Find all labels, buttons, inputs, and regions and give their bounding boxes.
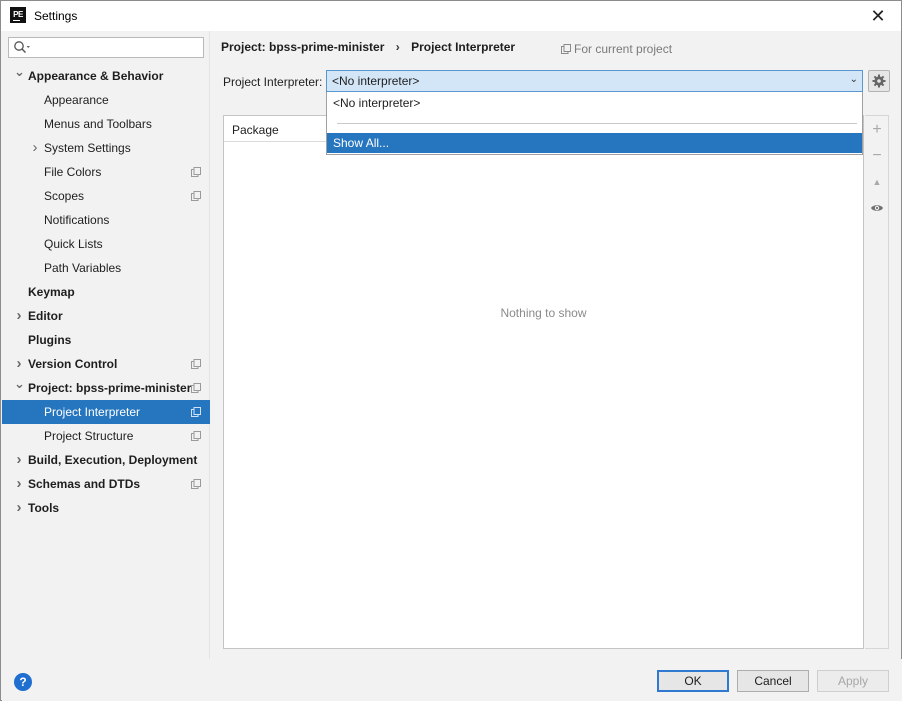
apply-button[interactable]: Apply <box>817 670 889 692</box>
chevron-right-icon[interactable]: › <box>14 496 24 520</box>
chevron-right-icon[interactable]: › <box>14 472 24 496</box>
tree-item-tools[interactable]: › Tools <box>2 496 210 520</box>
tree-item-project-structure[interactable]: Project Structure <box>2 424 210 448</box>
show-details-button[interactable] <box>865 196 889 220</box>
tree-item-path-variables[interactable]: Path Variables <box>2 256 210 280</box>
project-scope-icon <box>191 383 201 393</box>
tree-item-quick-lists[interactable]: Quick Lists <box>2 232 210 256</box>
project-scope-icon <box>191 359 201 369</box>
interpreter-combobox[interactable]: <No interpreter> ⌄ <box>326 70 863 92</box>
tree-item-label: Quick Lists <box>44 237 103 251</box>
project-scope-icon <box>191 479 201 489</box>
interpreter-dropdown-list: <No interpreter> Show All... <box>326 92 863 155</box>
empty-table-text: Nothing to show <box>500 306 587 320</box>
search-icon <box>14 41 30 54</box>
project-scope-icon <box>191 167 201 177</box>
for-current-project-note: For current project <box>561 42 672 56</box>
tree-item-build-execution-deployment[interactable]: › Build, Execution, Deployment <box>2 448 210 472</box>
breadcrumb-separator: › <box>395 40 400 54</box>
breadcrumb-project: Project: bpss-prime-minister <box>221 40 385 54</box>
tree-item-label: Tools <box>28 501 60 515</box>
project-scope-icon <box>191 191 201 201</box>
project-scope-icon <box>561 44 571 54</box>
chevron-down-icon[interactable]: ⌄ <box>14 60 25 84</box>
tree-item-editor[interactable]: › Editor <box>2 304 210 328</box>
dropdown-item-no-interpreter[interactable]: <No interpreter> <box>327 93 862 113</box>
tree-item-menus-and-toolbars[interactable]: Menus and Toolbars <box>2 112 210 136</box>
dropdown-item-show-all[interactable]: Show All... <box>327 133 862 153</box>
interpreter-label: Project Interpreter: <box>223 75 323 89</box>
tree-item-appearance[interactable]: Appearance <box>2 88 210 112</box>
settings-dialog: PE Settings ✕ ⌄ Appearance & Behavior Appe… <box>0 0 902 701</box>
tree-item-project-bpss-prime-minister[interactable]: ⌄ Project: bpss-prime-minister <box>2 376 210 400</box>
tree-item-label: Appearance <box>44 93 109 107</box>
project-scope-icon <box>191 431 201 441</box>
tree-item-keymap[interactable]: Keymap <box>2 280 210 304</box>
chevron-right-icon[interactable]: › <box>14 448 24 472</box>
tree-item-label: Version Control <box>28 357 118 371</box>
tree-item-system-settings[interactable]: › System Settings <box>2 136 210 160</box>
chevron-right-icon[interactable]: › <box>30 136 40 160</box>
tree-item-plugins[interactable]: Plugins <box>2 328 210 352</box>
packages-toolbar: + − ▲ <box>865 115 889 649</box>
tree-item-label: Path Variables <box>44 261 122 275</box>
tree-item-label: Notifications <box>44 213 110 227</box>
package-column-header[interactable]: Package <box>232 123 279 137</box>
tree-item-label: Plugins <box>28 333 72 347</box>
tree-item-scopes[interactable]: Scopes <box>2 184 210 208</box>
tree-item-notifications[interactable]: Notifications <box>2 208 210 232</box>
cancel-button[interactable]: Cancel <box>737 670 809 692</box>
tree-item-project-interpreter[interactable]: Project Interpreter <box>2 400 210 424</box>
eye-icon <box>871 204 883 211</box>
tree-item-label: Project Interpreter <box>44 405 141 419</box>
search-box[interactable] <box>8 37 204 58</box>
tree-item-label: Keymap <box>28 285 75 299</box>
tree-item-label: Project Structure <box>44 429 134 443</box>
breadcrumb: Project: bpss-prime-minister › Project I… <box>221 40 515 54</box>
tree-item-label: Build, Execution, Deployment <box>28 453 198 467</box>
for-current-project-label: For current project <box>574 42 673 56</box>
tree-item-label: Project: bpss-prime-minister <box>28 381 192 395</box>
packages-table: Package Nothing to show <box>223 115 864 649</box>
window-title: Settings <box>34 9 78 23</box>
tree-item-label: Menus and Toolbars <box>44 117 152 131</box>
upgrade-package-button[interactable]: ▲ <box>865 170 889 194</box>
close-button[interactable]: ✕ <box>855 1 901 31</box>
chevron-right-icon[interactable]: › <box>14 304 24 328</box>
pycharm-logo-icon: PE <box>10 7 26 23</box>
ok-button[interactable]: OK <box>657 670 729 692</box>
chevron-down-icon[interactable]: ⌄ <box>14 372 25 396</box>
tree-item-label: Appearance & Behavior <box>28 69 164 83</box>
add-package-button[interactable]: + <box>865 118 889 142</box>
tree-item-label: System Settings <box>44 141 131 155</box>
remove-package-button[interactable]: − <box>865 144 889 168</box>
settings-sidebar: ⌄ Appearance & Behavior Appearance Menus an… <box>2 31 210 659</box>
tree-item-label: File Colors <box>44 165 102 179</box>
tree-item-version-control[interactable]: › Version Control <box>2 352 210 376</box>
interpreter-combobox-value: <No interpreter> <box>332 74 420 88</box>
title-bar: PE Settings ✕ <box>1 1 901 31</box>
settings-tree: ⌄ Appearance & Behavior Appearance Menus an… <box>2 64 210 520</box>
project-scope-icon <box>191 407 201 417</box>
tree-item-label: Schemas and DTDs <box>28 477 141 491</box>
dropdown-separator <box>337 123 857 124</box>
chevron-down-icon: ⌄ <box>849 74 858 85</box>
interpreter-settings-button[interactable] <box>868 70 890 92</box>
tree-item-appearance-behavior[interactable]: ⌄ Appearance & Behavior <box>2 64 210 88</box>
help-button[interactable]: ? <box>14 673 32 691</box>
tree-item-file-colors[interactable]: File Colors <box>2 160 210 184</box>
tree-item-label: Scopes <box>44 189 85 203</box>
tree-item-schemas-and-dtds[interactable]: › Schemas and DTDs <box>2 472 210 496</box>
search-input[interactable] <box>33 39 198 56</box>
breadcrumb-page: Project Interpreter <box>411 40 516 54</box>
tree-item-label: Editor <box>28 309 63 323</box>
gear-icon <box>872 74 886 88</box>
dialog-footer: ? OK Cancel Apply <box>2 659 902 701</box>
